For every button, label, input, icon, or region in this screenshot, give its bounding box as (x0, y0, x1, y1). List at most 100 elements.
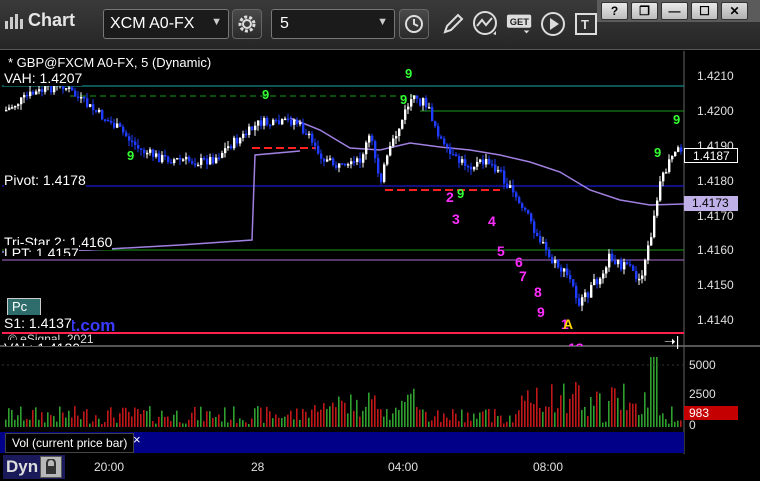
candle-body (5, 109, 8, 112)
candle-body (128, 136, 131, 141)
candle-body (629, 264, 632, 266)
volume-bar (41, 412, 43, 427)
volume-close-button[interactable]: × (133, 432, 141, 447)
volume-bar (557, 408, 559, 427)
volume-bar (68, 410, 70, 427)
volume-bar (464, 422, 466, 427)
volume-bar (587, 416, 589, 427)
volume-bar (434, 416, 436, 427)
candle-body (407, 106, 410, 110)
volume-bar (284, 416, 286, 427)
volume-bar (125, 407, 127, 427)
volume-bar (383, 416, 385, 427)
volume-bar (608, 400, 610, 427)
volume-bar (116, 422, 118, 427)
candle-body (392, 138, 395, 147)
candle-body (404, 109, 407, 120)
candle-body (518, 197, 521, 204)
volume-bar (395, 407, 397, 427)
volume-bar (407, 394, 409, 427)
volume-bar (317, 411, 319, 427)
dynamic-mode-button[interactable]: Dyn (3, 455, 65, 479)
volume-bar (578, 385, 580, 427)
candle-body (257, 120, 260, 126)
volume-bar (194, 406, 196, 427)
volume-bar (431, 420, 433, 427)
volume-bar (44, 422, 46, 427)
volume-bar (605, 421, 607, 427)
volume-bar (236, 423, 238, 427)
candle-body (245, 133, 248, 136)
time-tick: 28 (251, 460, 265, 474)
scroll-to-end-icon[interactable]: ➝| (664, 333, 679, 350)
candle-body (383, 164, 386, 182)
candle-body (320, 153, 323, 159)
volume-bar (635, 403, 637, 427)
volume-bar (536, 387, 538, 427)
volume-bar (140, 414, 142, 427)
volume-bar (308, 417, 310, 427)
volume-bar (425, 411, 427, 427)
candle-body (278, 120, 281, 125)
candle-body (263, 117, 266, 126)
candle-body (248, 126, 251, 135)
candle-body (32, 91, 35, 95)
candle-body (581, 297, 584, 306)
volume-bar (521, 395, 523, 427)
volume-bar (101, 423, 103, 427)
candle-body (650, 237, 653, 246)
candle-body (242, 133, 245, 138)
candle-body (296, 119, 299, 124)
volume-bar (641, 414, 643, 427)
count-label: 4 (488, 213, 496, 229)
volume-bar (446, 417, 448, 427)
volume-bar (332, 402, 334, 427)
volume-bar (533, 404, 535, 427)
candle-body (566, 268, 569, 276)
candle-body (500, 169, 503, 172)
volume-bar (662, 413, 664, 427)
volume-bar (371, 399, 373, 427)
setup-label: 9 (673, 112, 681, 127)
volume-bar (59, 406, 61, 427)
volume-bar (158, 416, 160, 427)
candle-body (260, 120, 263, 126)
candle-body (140, 148, 143, 150)
volume-bar (659, 415, 661, 427)
volume-bar (494, 409, 496, 427)
volume-bar (623, 383, 625, 427)
candle-body (341, 163, 344, 165)
volume-study-label[interactable]: Vol (current price bar) (5, 433, 135, 453)
lock-icon[interactable] (40, 456, 63, 478)
volume-bar (203, 421, 205, 427)
price-chart[interactable] (0, 0, 760, 481)
candle-body (653, 215, 656, 238)
candle-body (122, 126, 125, 133)
volume-bar (539, 407, 541, 427)
candle-body (107, 119, 110, 122)
candle-body (53, 86, 56, 93)
volume-bar (650, 357, 652, 427)
candle-body (638, 278, 641, 281)
candle-body (164, 155, 167, 157)
volume-bar (554, 412, 556, 427)
volume-bar (590, 396, 592, 427)
candle-body (365, 142, 368, 155)
volume-bar (665, 419, 667, 427)
candle-body (218, 157, 221, 160)
candle-body (521, 203, 524, 208)
volume-bar (647, 407, 649, 427)
candle-body (641, 275, 644, 279)
volume-bar (242, 420, 244, 427)
a-marker: A (563, 316, 574, 332)
candle-body (305, 133, 308, 135)
volume-bar (545, 406, 547, 427)
val-label: VAL: 1.4130 (4, 340, 81, 346)
candle-body (275, 119, 278, 122)
volume-bar (404, 401, 406, 427)
volume-bar (644, 392, 646, 427)
candle-body (491, 163, 494, 166)
volume-bar (419, 409, 421, 427)
volume-bar (161, 410, 163, 427)
setup-label: 9 (400, 92, 408, 107)
